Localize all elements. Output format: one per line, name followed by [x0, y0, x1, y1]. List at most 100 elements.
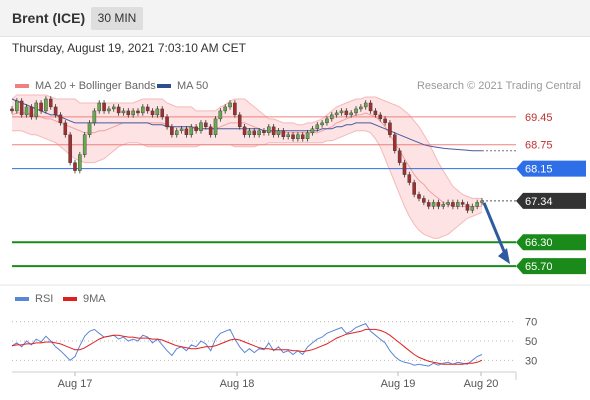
- candle-body: [116, 106, 121, 114]
- candle-body: [136, 110, 140, 114]
- candle-body: [34, 102, 39, 118]
- candle-body: [417, 194, 421, 199]
- candle-body: [296, 134, 300, 139]
- candle-body: [330, 114, 334, 120]
- candle-body: [87, 122, 92, 135]
- candle-body: [223, 106, 227, 112]
- candle-body: [131, 110, 135, 116]
- candle-body: [111, 106, 116, 110]
- rsi-tick-50: 50: [525, 336, 537, 348]
- candle-body: [218, 110, 223, 120]
- x-tick-label: Aug 20: [464, 378, 499, 390]
- candle-body: [305, 132, 310, 139]
- candle-body: [334, 112, 339, 116]
- candle-body: [160, 108, 164, 118]
- candle-body: [82, 134, 87, 155]
- candle-body: [455, 202, 460, 207]
- candle-body: [19, 100, 24, 116]
- candle-body: [102, 102, 106, 112]
- candle-body: [121, 110, 126, 114]
- candle-body: [320, 122, 324, 126]
- candle-body: [339, 110, 344, 114]
- candle-body: [145, 106, 150, 112]
- candle-body: [393, 134, 397, 151]
- candle-body: [436, 202, 441, 207]
- x-tick-label: Aug 17: [58, 378, 93, 390]
- candle-body: [15, 100, 19, 112]
- candle-body: [199, 122, 203, 132]
- candle-body: [174, 130, 179, 135]
- candle-body: [92, 110, 97, 124]
- candle-body: [388, 122, 392, 135]
- candle-body: [315, 124, 320, 130]
- candle-body: [426, 202, 431, 207]
- candle-body: [267, 126, 271, 133]
- candle-body: [407, 174, 412, 183]
- rsi-tick-30: 30: [525, 355, 537, 367]
- candle-body: [78, 154, 82, 171]
- candle-body: [470, 206, 475, 211]
- forecast-arrow-shaft: [482, 202, 508, 257]
- candle-body: [39, 102, 43, 112]
- candle-body: [44, 98, 48, 112]
- candle-body: [10, 108, 14, 112]
- candle-body: [58, 114, 63, 124]
- candle-body: [170, 126, 174, 135]
- resistance-label-1: 68.75: [525, 140, 553, 152]
- candle-body: [480, 200, 484, 203]
- candle-body: [359, 106, 363, 110]
- candle-body: [310, 128, 315, 133]
- last-price-label: 67.34: [525, 196, 553, 208]
- candle-body: [402, 162, 407, 175]
- candle-body: [126, 110, 131, 116]
- candle-body: [68, 134, 72, 163]
- candle-body: [141, 106, 145, 114]
- candle-body: [354, 108, 358, 114]
- candle-body: [184, 128, 189, 135]
- candle-body: [29, 106, 34, 118]
- candle-body: [441, 204, 446, 207]
- candle-body: [300, 134, 305, 139]
- candle-body: [460, 202, 465, 205]
- support-label-4: 66.30: [525, 237, 553, 249]
- candle-body: [431, 202, 436, 207]
- candle-body: [63, 122, 68, 135]
- candle-body: [252, 130, 257, 135]
- x-tick-label: Aug 18: [220, 378, 255, 390]
- candle-body: [271, 126, 276, 135]
- candle-body: [237, 114, 242, 128]
- candle-body: [213, 118, 218, 135]
- candle-body: [291, 134, 295, 139]
- candle-body: [208, 126, 213, 135]
- candle-body: [349, 112, 353, 116]
- candle-body: [233, 102, 237, 116]
- candle-body: [344, 110, 349, 116]
- candle-body: [397, 150, 402, 163]
- rsi-line: [11, 322, 483, 367]
- candle-body: [325, 118, 329, 124]
- candle-body: [422, 198, 426, 203]
- candle-body: [276, 130, 281, 135]
- candle-body: [378, 114, 383, 120]
- candle-body: [97, 102, 101, 112]
- candle-body: [242, 126, 247, 135]
- candle-body: [107, 108, 111, 112]
- candle-body: [475, 202, 479, 207]
- candle-body: [24, 106, 29, 116]
- candle-body: [179, 128, 184, 132]
- candle-body: [150, 110, 155, 116]
- candle-body: [373, 110, 378, 116]
- resistance-label-0: 69.45: [525, 112, 553, 124]
- candle-body: [155, 108, 160, 116]
- candle-body: [281, 130, 286, 137]
- rsi-ma-line: [11, 328, 483, 365]
- candle-body: [368, 102, 373, 112]
- candle-body: [228, 102, 232, 108]
- candle-body: [48, 98, 53, 108]
- candle-body: [189, 126, 194, 135]
- rsi-tick-70: 70: [525, 317, 537, 329]
- candle-body: [247, 130, 252, 135]
- candle-body: [204, 122, 208, 128]
- price-chart: 69.45 68.75 68.15 67.34 66.30 65.70 70 50 30 Aug …: [0, 94, 590, 390]
- candle-body: [194, 126, 198, 132]
